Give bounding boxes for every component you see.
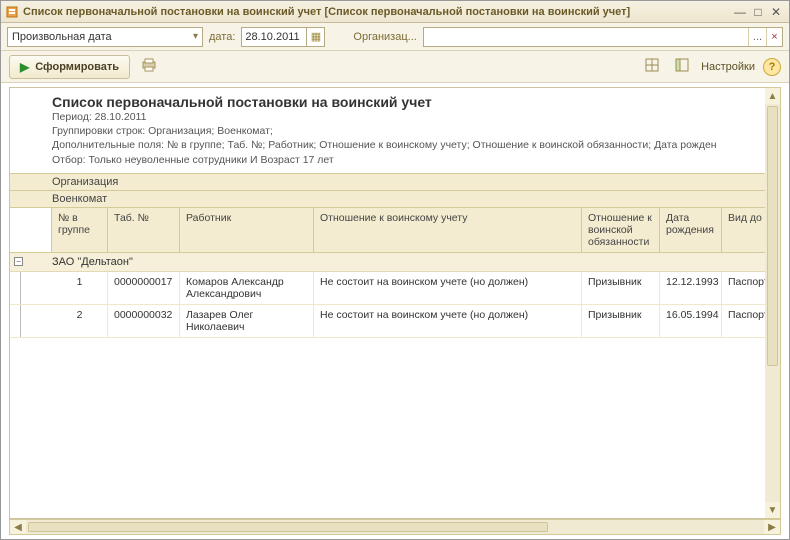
column-headers: № в группе Таб. № Работник Отношение к в… [10, 208, 780, 253]
horizontal-scrollbar[interactable]: ◀ ▶ [9, 519, 781, 535]
window-title: Список первоначальной постановки на воин… [23, 6, 731, 18]
panel-icon [675, 58, 689, 75]
cell-ob: Призывник [582, 305, 660, 337]
cell-num: 2 [52, 305, 108, 337]
window: Список первоначальной постановки на воин… [0, 0, 790, 540]
org-label: Организац... [353, 31, 416, 43]
date-input[interactable]: 28.10.2011 [241, 27, 307, 47]
generate-button[interactable]: ▶ Сформировать [9, 55, 130, 79]
play-icon: ▶ [20, 60, 29, 74]
table-icon [645, 58, 659, 75]
col-num: № в группе [52, 208, 108, 252]
org-clear-button[interactable]: × [766, 28, 782, 46]
date-value: 28.10.2011 [245, 31, 299, 43]
cell-dob: 16.05.1994 [660, 305, 722, 337]
generate-label: Сформировать [35, 61, 119, 73]
cell-num: 1 [52, 272, 108, 304]
minimize-button[interactable]: — [731, 4, 749, 20]
view-mode-1-button[interactable] [641, 56, 663, 78]
cell-emp: Лазарев Олег Николаевич [180, 305, 314, 337]
scroll-right-icon[interactable]: ▶ [764, 520, 780, 534]
scroll-thumb[interactable] [767, 106, 778, 366]
col-emp: Работник [180, 208, 314, 252]
report-area: Список первоначальной постановки на воин… [1, 83, 789, 539]
print-icon [141, 57, 157, 76]
date-label: дата: [209, 31, 235, 43]
report-header: Список первоначальной постановки на воин… [10, 88, 780, 173]
settings-label: Настройки [701, 61, 755, 73]
params-toolbar: Произвольная дата ▾ дата: 28.10.2011 ▦ О… [1, 23, 789, 51]
scroll-down-icon[interactable]: ▼ [765, 502, 780, 518]
report-meta-filter: Отбор: Только неуволенные сотрудники И В… [52, 153, 780, 167]
cell-tab: 0000000017 [108, 272, 180, 304]
close-button[interactable]: ✕ [767, 4, 785, 20]
scroll-up-icon[interactable]: ▲ [765, 88, 780, 104]
group-row: − ЗАО "Дельтаон" [10, 253, 780, 272]
scroll-left-icon[interactable]: ◀ [10, 520, 26, 534]
report-pane: Список первоначальной постановки на воин… [9, 87, 781, 519]
cell-rel: Не состоит на воинском учете (но должен) [314, 305, 582, 337]
group-band-org: Организация [10, 173, 780, 191]
report-meta-extra: Дополнительные поля: № в группе; Таб. №;… [52, 138, 780, 152]
view-mode-2-button[interactable] [671, 56, 693, 78]
chevron-down-icon: ▾ [189, 31, 198, 42]
col-rel: Отношение к воинскому учету [314, 208, 582, 252]
table-row: 2 0000000032 Лазарев Олег Николаевич Не … [10, 305, 780, 338]
table-row: 1 0000000017 Комаров Александр Александр… [10, 272, 780, 305]
vertical-scrollbar[interactable]: ▲ ▼ [765, 87, 781, 519]
tree-collapse-button[interactable]: − [14, 257, 23, 266]
org-choose-button[interactable]: ... [748, 28, 766, 46]
report-title: Список первоначальной постановки на воин… [52, 94, 780, 110]
period-mode-value: Произвольная дата [12, 31, 112, 43]
organization-input[interactable]: ... × [423, 27, 783, 47]
group-band-mil: Военкомат [10, 191, 780, 208]
period-mode-combo[interactable]: Произвольная дата ▾ [7, 27, 203, 47]
col-dob: Дата рождения [660, 208, 722, 252]
col-tab: Таб. № [108, 208, 180, 252]
scroll-thumb-h[interactable] [28, 522, 548, 532]
print-button[interactable] [138, 56, 160, 78]
report-meta-groupings: Группировки строк: Организация; Военкома… [52, 124, 780, 138]
cell-emp: Комаров Александр Александрович [180, 272, 314, 304]
maximize-button[interactable]: □ [749, 4, 767, 20]
cell-ob: Призывник [582, 272, 660, 304]
help-button[interactable]: ? [763, 58, 781, 76]
action-toolbar: ▶ Сформировать Настройки ? [1, 51, 789, 83]
cell-dob: 12.12.1993 [660, 272, 722, 304]
titlebar: Список первоначальной постановки на воин… [1, 1, 789, 23]
cell-tab: 0000000032 [108, 305, 180, 337]
group-label: ЗАО "Дельтаон" [52, 253, 780, 271]
calendar-icon: ▦ [311, 30, 321, 43]
col-ob: Отношение к воинской обязанности [582, 208, 660, 252]
help-icon: ? [769, 61, 776, 73]
settings-link[interactable]: Настройки [701, 61, 755, 73]
cell-rel: Не состоит на воинском учете (но должен) [314, 272, 582, 304]
report-meta-period: Период: 28.10.2011 [52, 110, 780, 124]
app-icon [5, 5, 19, 19]
calendar-button[interactable]: ▦ [307, 27, 325, 47]
